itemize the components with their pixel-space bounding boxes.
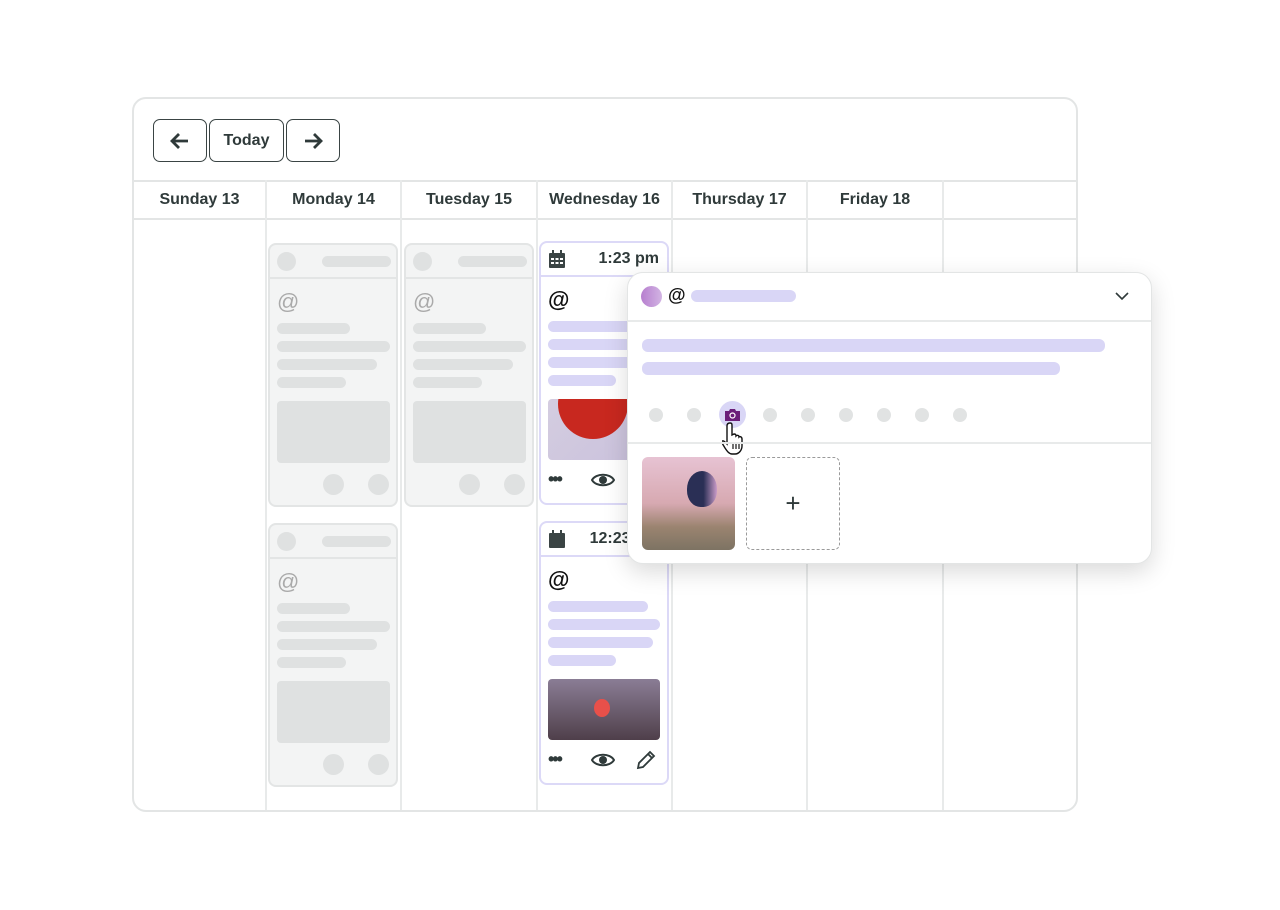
tool-button[interactable] bbox=[687, 408, 701, 422]
avatar[interactable] bbox=[641, 286, 662, 307]
tool-button[interactable] bbox=[953, 408, 967, 422]
chevron-down-icon[interactable] bbox=[1114, 290, 1130, 302]
placeholder-post-card: @ bbox=[404, 243, 534, 507]
calendar-icon bbox=[549, 250, 565, 268]
threads-icon: @ bbox=[277, 569, 300, 594]
post-editor-popup: @ + bbox=[627, 272, 1152, 564]
threads-icon: @ bbox=[668, 285, 686, 305]
next-week-button[interactable] bbox=[286, 119, 340, 162]
threads-icon: @ bbox=[548, 287, 570, 312]
threads-icon: @ bbox=[277, 289, 300, 314]
placeholder-post-card: @ bbox=[268, 523, 398, 787]
day-tuesday: Tuesday 15 bbox=[426, 191, 512, 208]
hand-cursor-icon bbox=[722, 422, 743, 455]
tool-button[interactable] bbox=[801, 408, 815, 422]
prev-week-button[interactable] bbox=[153, 119, 207, 162]
threads-icon: @ bbox=[413, 289, 436, 314]
placeholder-post-card: @ bbox=[268, 243, 398, 507]
more-icon[interactable]: ••• bbox=[548, 469, 563, 490]
arrow-left-icon bbox=[170, 132, 188, 149]
day-friday: Friday 18 bbox=[839, 191, 911, 208]
threads-icon: @ bbox=[548, 567, 570, 592]
eye-icon[interactable] bbox=[591, 472, 615, 488]
day-sunday: Sunday 13 bbox=[159, 191, 240, 208]
calendar-icon bbox=[549, 530, 565, 548]
day-thursday: Thursday 17 bbox=[692, 191, 787, 208]
tool-button[interactable] bbox=[649, 408, 663, 422]
camera-icon bbox=[725, 409, 740, 421]
arrow-right-icon bbox=[305, 132, 323, 149]
pencil-icon[interactable] bbox=[635, 749, 657, 771]
post-time: 1:23 pm bbox=[598, 250, 659, 267]
day-monday: Monday 14 bbox=[292, 191, 375, 208]
day-wednesday: Wednesday 16 bbox=[549, 191, 660, 208]
tool-button[interactable] bbox=[877, 408, 891, 422]
eye-icon[interactable] bbox=[591, 752, 615, 768]
tool-button[interactable] bbox=[763, 408, 777, 422]
add-media-button[interactable]: + bbox=[746, 457, 840, 550]
media-thumbnail[interactable] bbox=[642, 457, 735, 550]
tool-button[interactable] bbox=[915, 408, 929, 422]
more-icon[interactable]: ••• bbox=[548, 749, 563, 770]
tool-button[interactable] bbox=[839, 408, 853, 422]
post-image bbox=[548, 679, 660, 740]
today-button[interactable]: Today bbox=[209, 119, 284, 162]
